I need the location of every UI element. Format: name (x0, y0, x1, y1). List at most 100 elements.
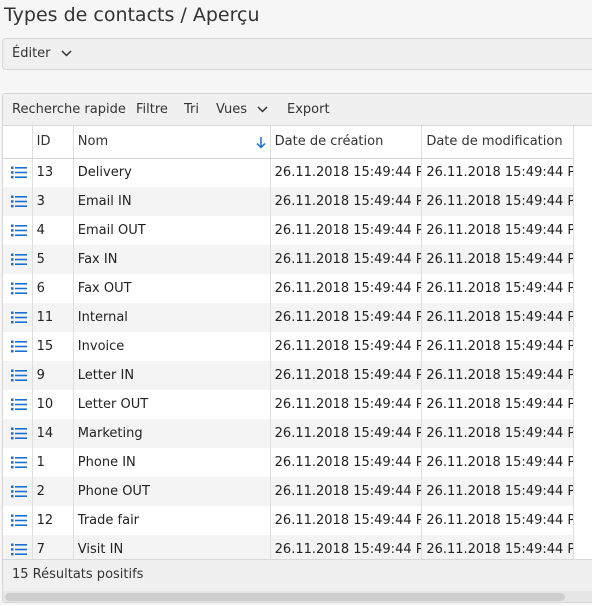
list-details-icon[interactable] (11, 543, 27, 556)
table-row[interactable]: 7 Visit IN 26.11.2018 15:49:44 P 26.11.2018… (3, 535, 574, 559)
cell-name: Fax OUT (73, 274, 271, 303)
cell-created: 26.11.2018 15:49:44 P (270, 274, 423, 303)
cell-created: 26.11.2018 15:49:44 P (270, 535, 423, 559)
filter-button[interactable]: Filtre (136, 94, 168, 125)
list-details-icon[interactable] (11, 398, 27, 411)
cell-id: 15 (32, 332, 74, 361)
cell-modified: 26.11.2018 15:49:44 P (421, 535, 574, 559)
edit-menu-button[interactable]: Éditer (12, 39, 72, 69)
cell-name: Marketing (73, 419, 271, 448)
column-header-created[interactable]: Date de création (270, 126, 423, 159)
views-button[interactable]: Vues (216, 94, 268, 125)
table-row[interactable]: 4 Email OUT 26.11.2018 15:49:44 P 26.11.201… (3, 216, 574, 245)
row-action-cell[interactable] (3, 274, 33, 303)
list-details-icon[interactable] (11, 369, 27, 382)
cell-created: 26.11.2018 15:49:44 P (270, 158, 423, 187)
row-action-cell[interactable] (3, 245, 33, 274)
row-action-cell[interactable] (3, 448, 33, 477)
grid-panel: Recherche rapide Filtre Tri Vues Export … (2, 93, 592, 603)
cell-name: Internal (73, 303, 271, 332)
table-row[interactable]: 2 Phone OUT 26.11.2018 15:49:44 P 26.11.201… (3, 477, 574, 506)
cell-created: 26.11.2018 15:49:44 P (270, 216, 423, 245)
cell-name: Invoice (73, 332, 271, 361)
table-row[interactable]: 12 Trade fair 26.11.2018 15:49:44 P 26.11.2… (3, 506, 574, 535)
result-count: 15 Résultats positifs (12, 567, 144, 582)
row-action-cell[interactable] (3, 187, 33, 216)
cell-modified: 26.11.2018 15:49:44 P (421, 158, 574, 187)
row-action-cell[interactable] (3, 158, 33, 187)
quick-search-button[interactable]: Recherche rapide (12, 94, 126, 125)
list-details-icon[interactable] (11, 253, 27, 266)
cell-name: Visit IN (73, 535, 271, 559)
grid-footer: 15 Résultats positifs (3, 559, 592, 591)
cell-modified: 26.11.2018 15:49:44 P (421, 506, 574, 535)
cell-id: 1 (32, 448, 74, 477)
row-action-cell[interactable] (3, 477, 33, 506)
row-action-cell[interactable] (3, 361, 33, 390)
row-action-cell[interactable] (3, 419, 33, 448)
table-row[interactable]: 5 Fax IN 26.11.2018 15:49:44 P 26.11.2018 1… (3, 245, 574, 274)
cell-created: 26.11.2018 15:49:44 P (270, 361, 423, 390)
grid-body: ID Nom Date de création Date de modifica… (3, 126, 592, 559)
list-details-icon[interactable] (11, 282, 27, 295)
cell-id: 6 (32, 274, 74, 303)
cell-id: 11 (32, 303, 74, 332)
cell-modified: 26.11.2018 15:49:44 P (421, 216, 574, 245)
cell-name: Letter IN (73, 361, 271, 390)
cell-name: Letter OUT (73, 390, 271, 419)
column-header-modified[interactable]: Date de modification (421, 126, 574, 159)
cell-id: 4 (32, 216, 74, 245)
cell-id: 13 (32, 158, 74, 187)
row-action-cell[interactable] (3, 332, 33, 361)
table-row[interactable]: 6 Fax OUT 26.11.2018 15:49:44 P 26.11.2018 … (3, 274, 574, 303)
export-button[interactable]: Export (287, 94, 330, 125)
list-details-icon[interactable] (11, 224, 27, 237)
table-row[interactable]: 10 Letter OUT 26.11.2018 15:49:44 P 26.11.2… (3, 390, 574, 419)
sort-ascending-arrow-icon (256, 137, 266, 149)
row-action-cell[interactable] (3, 390, 33, 419)
row-action-cell[interactable] (3, 216, 33, 245)
list-details-icon[interactable] (11, 485, 27, 498)
list-details-icon[interactable] (11, 195, 27, 208)
table-row[interactable]: 13 Delivery 26.11.2018 15:49:44 P 26.11.201… (3, 158, 574, 187)
edit-menu-label: Éditer (12, 46, 51, 61)
cell-id: 12 (32, 506, 74, 535)
table-header-row: ID Nom Date de création Date de modifica… (3, 126, 574, 159)
edit-bar: Éditer (2, 38, 592, 70)
cell-created: 26.11.2018 15:49:44 P (270, 245, 423, 274)
horizontal-scrollbar[interactable] (3, 591, 592, 602)
cell-created: 26.11.2018 15:49:44 P (270, 332, 423, 361)
list-details-icon[interactable] (11, 166, 27, 179)
cell-name: Delivery (73, 158, 271, 187)
cell-id: 7 (32, 535, 74, 559)
cell-modified: 26.11.2018 15:49:44 P (421, 274, 574, 303)
table-row[interactable]: 3 Email IN 26.11.2018 15:49:44 P 26.11.2018… (3, 187, 574, 216)
row-action-cell[interactable] (3, 535, 33, 559)
sort-button[interactable]: Tri (184, 94, 199, 125)
cell-id: 3 (32, 187, 74, 216)
cell-name: Fax IN (73, 245, 271, 274)
table-row[interactable]: 15 Invoice 26.11.2018 15:49:44 P 26.11.2018… (3, 332, 574, 361)
column-header-id[interactable]: ID (32, 126, 74, 159)
cell-modified: 26.11.2018 15:49:44 P (421, 448, 574, 477)
cell-created: 26.11.2018 15:49:44 P (270, 419, 423, 448)
row-action-cell[interactable] (3, 506, 33, 535)
table-row[interactable]: 1 Phone IN 26.11.2018 15:49:44 P 26.11.2018… (3, 448, 574, 477)
table-row[interactable]: 14 Marketing 26.11.2018 15:49:44 P 26.11.20… (3, 419, 574, 448)
cell-created: 26.11.2018 15:49:44 P (270, 448, 423, 477)
cell-modified: 26.11.2018 15:49:44 P (421, 245, 574, 274)
cell-id: 10 (32, 390, 74, 419)
cell-id: 14 (32, 419, 74, 448)
contact-types-table: ID Nom Date de création Date de modifica… (3, 126, 574, 559)
list-details-icon[interactable] (11, 427, 27, 440)
cell-id: 2 (32, 477, 74, 506)
column-header-name[interactable]: Nom (73, 126, 271, 159)
scrollbar-thumb[interactable] (5, 593, 565, 601)
list-details-icon[interactable] (11, 340, 27, 353)
list-details-icon[interactable] (11, 311, 27, 324)
list-details-icon[interactable] (11, 514, 27, 527)
row-action-cell[interactable] (3, 303, 33, 332)
list-details-icon[interactable] (11, 456, 27, 469)
table-row[interactable]: 9 Letter IN 26.11.2018 15:49:44 P 26.11.201… (3, 361, 574, 390)
table-row[interactable]: 11 Internal 26.11.2018 15:49:44 P 26.11.201… (3, 303, 574, 332)
